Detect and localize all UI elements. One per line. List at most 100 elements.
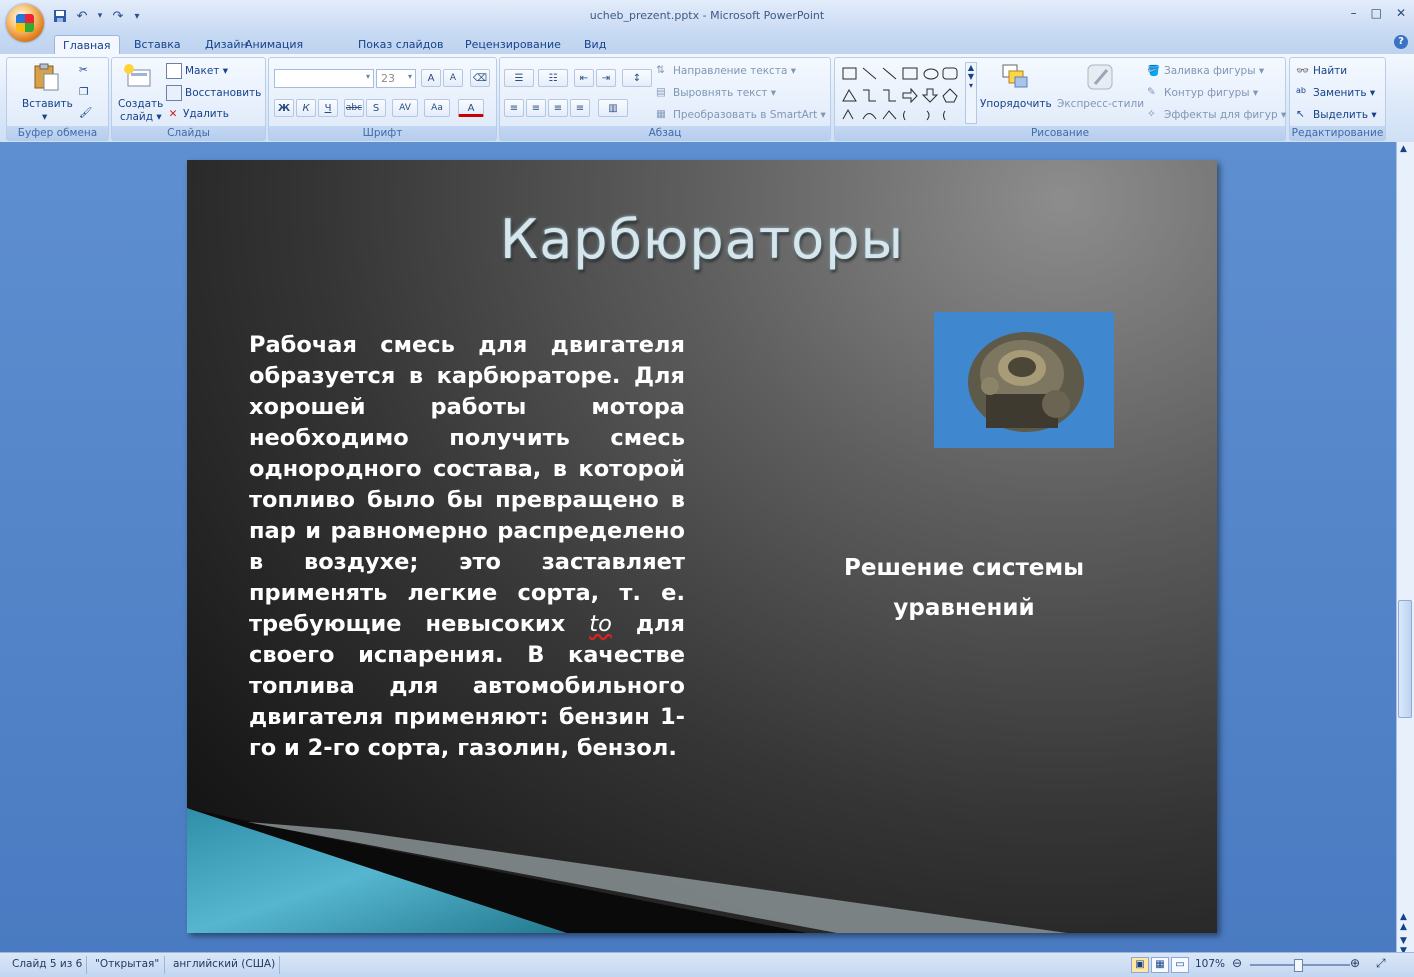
- layout-label: Макет ▾: [185, 65, 229, 77]
- carburetor-image[interactable]: [934, 312, 1114, 448]
- fit-to-window-icon[interactable]: ⤢: [1376, 956, 1386, 971]
- shapes-gallery[interactable]: [839, 64, 969, 124]
- columns-button[interactable]: ▥: [598, 99, 628, 117]
- paste-dropdown-icon[interactable]: ▾: [42, 111, 47, 123]
- layout-icon: [166, 63, 182, 79]
- zoom-level[interactable]: 107%: [1195, 958, 1225, 970]
- normal-view-icon[interactable]: ▣: [1131, 957, 1149, 973]
- align-text-icon: ▤: [656, 86, 666, 98]
- layout-button[interactable]: Макет ▾: [166, 63, 228, 79]
- chevron-down-icon: ▾: [365, 72, 370, 81]
- new-slide-icon[interactable]: [122, 62, 152, 92]
- arrange-icon[interactable]: [1000, 62, 1030, 92]
- tab-insert[interactable]: Вставка: [126, 35, 189, 54]
- copy-icon[interactable]: ❐: [79, 86, 88, 98]
- replace-label: Заменить ▾: [1313, 87, 1376, 99]
- align-right-button[interactable]: ≡: [548, 99, 568, 117]
- reset-icon: [166, 85, 182, 101]
- window-title: ucheb_prezent.pptx - Microsoft PowerPoin…: [589, 9, 825, 22]
- reset-button[interactable]: Восстановить: [166, 85, 261, 101]
- new-slide-button[interactable]: Создать: [118, 98, 163, 110]
- select-button[interactable]: ↖ Выделить ▾: [1296, 108, 1377, 122]
- text-direction-icon: ⇅: [656, 64, 665, 76]
- scroll-up-icon[interactable]: ▲: [1400, 144, 1407, 154]
- scrollbar-thumb[interactable]: [1398, 600, 1412, 718]
- shape-outline-button[interactable]: ✎ Контур фигуры ▾: [1147, 86, 1258, 100]
- paste-icon[interactable]: [31, 62, 61, 92]
- minimize-icon[interactable]: –: [1351, 6, 1357, 20]
- prev-slide-icon[interactable]: ▲ ▲: [1400, 912, 1407, 932]
- editing-group-label: Редактирование: [1290, 126, 1385, 140]
- font-color-button[interactable]: A: [458, 99, 484, 117]
- quick-styles-icon[interactable]: [1085, 62, 1115, 92]
- font-size-combobox[interactable]: 23 ▾: [376, 69, 416, 88]
- tab-home[interactable]: Главная: [54, 35, 120, 55]
- slide-title[interactable]: Карбюраторы: [187, 208, 1217, 271]
- shape-effects-button[interactable]: ✧ Эффекты для фигур ▾: [1147, 108, 1286, 122]
- shape-fill-button[interactable]: 🪣 Заливка фигуры ▾: [1147, 64, 1264, 78]
- shadow-button[interactable]: S: [366, 99, 386, 117]
- align-text-label: Выровнять текст ▾: [673, 87, 777, 99]
- char-spacing-button[interactable]: AV: [392, 99, 418, 117]
- strikethrough-button[interactable]: abc: [344, 99, 364, 117]
- zoom-in-icon[interactable]: ⊕: [1350, 956, 1360, 970]
- italic-button[interactable]: К: [296, 99, 316, 117]
- theme-name[interactable]: "Открытая": [95, 958, 159, 970]
- ribbon-tabs: Главная Вставка Дизайн Анимация Показ сл…: [0, 32, 1414, 55]
- quick-styles-button[interactable]: Экспресс-стили: [1057, 98, 1144, 110]
- maximize-icon[interactable]: □: [1371, 6, 1382, 20]
- align-text-button[interactable]: ▤ Выровнять текст ▾: [656, 86, 776, 100]
- help-icon[interactable]: ?: [1394, 35, 1408, 49]
- vertical-scrollbar[interactable]: ▲ ▲ ▲ ▼ ▼: [1396, 142, 1414, 956]
- office-logo-icon: [16, 14, 34, 32]
- arrange-button[interactable]: Упорядочить: [980, 98, 1052, 110]
- align-left-button[interactable]: ≡: [504, 99, 524, 117]
- replace-button[interactable]: ab Заменить ▾: [1296, 86, 1375, 100]
- select-label: Выделить ▾: [1313, 109, 1377, 121]
- justify-button[interactable]: ≡: [570, 99, 590, 117]
- reset-label: Восстановить: [185, 87, 262, 99]
- slide-body-text[interactable]: Рабочая смесь для двигателя образуется в…: [249, 330, 685, 764]
- line-spacing-button[interactable]: ↕: [622, 69, 652, 87]
- grow-font-button[interactable]: A: [421, 69, 441, 87]
- slide-counter[interactable]: Слайд 5 из 6: [12, 958, 82, 970]
- smartart-button[interactable]: ▦ Преобразовать в SmartArt ▾: [656, 108, 826, 122]
- delete-slide-button[interactable]: ✕ Удалить: [166, 107, 229, 121]
- increase-indent-button[interactable]: ⇥: [596, 69, 616, 87]
- slide-sorter-icon[interactable]: ▦: [1151, 957, 1169, 973]
- shapes-scroll-icon[interactable]: ▲ ▼ ▾: [965, 62, 977, 124]
- line-chart[interactable]: -2000200400600-15-13-11-9-7-5-3-11357911…: [762, 635, 1202, 820]
- zoom-out-icon[interactable]: ⊖: [1232, 956, 1242, 970]
- smartart-label: Преобразовать в SmartArt ▾: [673, 109, 826, 121]
- clear-formatting-button[interactable]: ⌫: [470, 69, 490, 87]
- effects-icon: ✧: [1147, 108, 1156, 120]
- slideshow-view-icon[interactable]: ▭: [1171, 957, 1189, 973]
- cut-icon[interactable]: ✂: [79, 64, 88, 76]
- delete-label: Удалить: [183, 108, 229, 120]
- tab-slideshow[interactable]: Показ слайдов: [350, 35, 452, 54]
- font-name-combobox[interactable]: ▾: [274, 69, 374, 88]
- status-divider: [279, 956, 280, 974]
- slides-group: Создать слайд ▾ Макет ▾ Восстановить ✕ Уд…: [111, 57, 266, 141]
- format-painter-icon[interactable]: 🖌: [79, 106, 92, 119]
- bold-button[interactable]: Ж: [274, 99, 294, 117]
- office-button[interactable]: [6, 4, 44, 42]
- bullets-button[interactable]: ☰: [504, 69, 534, 87]
- language-indicator[interactable]: английский (США): [173, 958, 275, 970]
- paste-button[interactable]: Вставить: [22, 98, 73, 110]
- underline-button[interactable]: Ч: [318, 99, 338, 117]
- tab-view[interactable]: Вид: [576, 35, 614, 54]
- close-icon[interactable]: ✕: [1396, 6, 1406, 20]
- numbering-button[interactable]: ☷: [538, 69, 568, 87]
- align-center-button[interactable]: ≡: [526, 99, 546, 117]
- zoom-slider-thumb[interactable]: [1294, 959, 1303, 972]
- new-slide-dropdown[interactable]: слайд ▾: [120, 111, 162, 123]
- tab-animation[interactable]: Анимация: [237, 35, 311, 54]
- slide-canvas[interactable]: Карбюраторы Рабочая смесь для двигателя …: [187, 160, 1217, 933]
- tab-review[interactable]: Рецензирование: [457, 35, 569, 54]
- shrink-font-button[interactable]: A: [443, 69, 463, 87]
- decrease-indent-button[interactable]: ⇤: [574, 69, 594, 87]
- text-direction-button[interactable]: ⇅ Направление текста ▾: [656, 64, 796, 78]
- change-case-button[interactable]: Aa: [424, 99, 450, 117]
- find-button[interactable]: 👓 Найти: [1296, 64, 1347, 78]
